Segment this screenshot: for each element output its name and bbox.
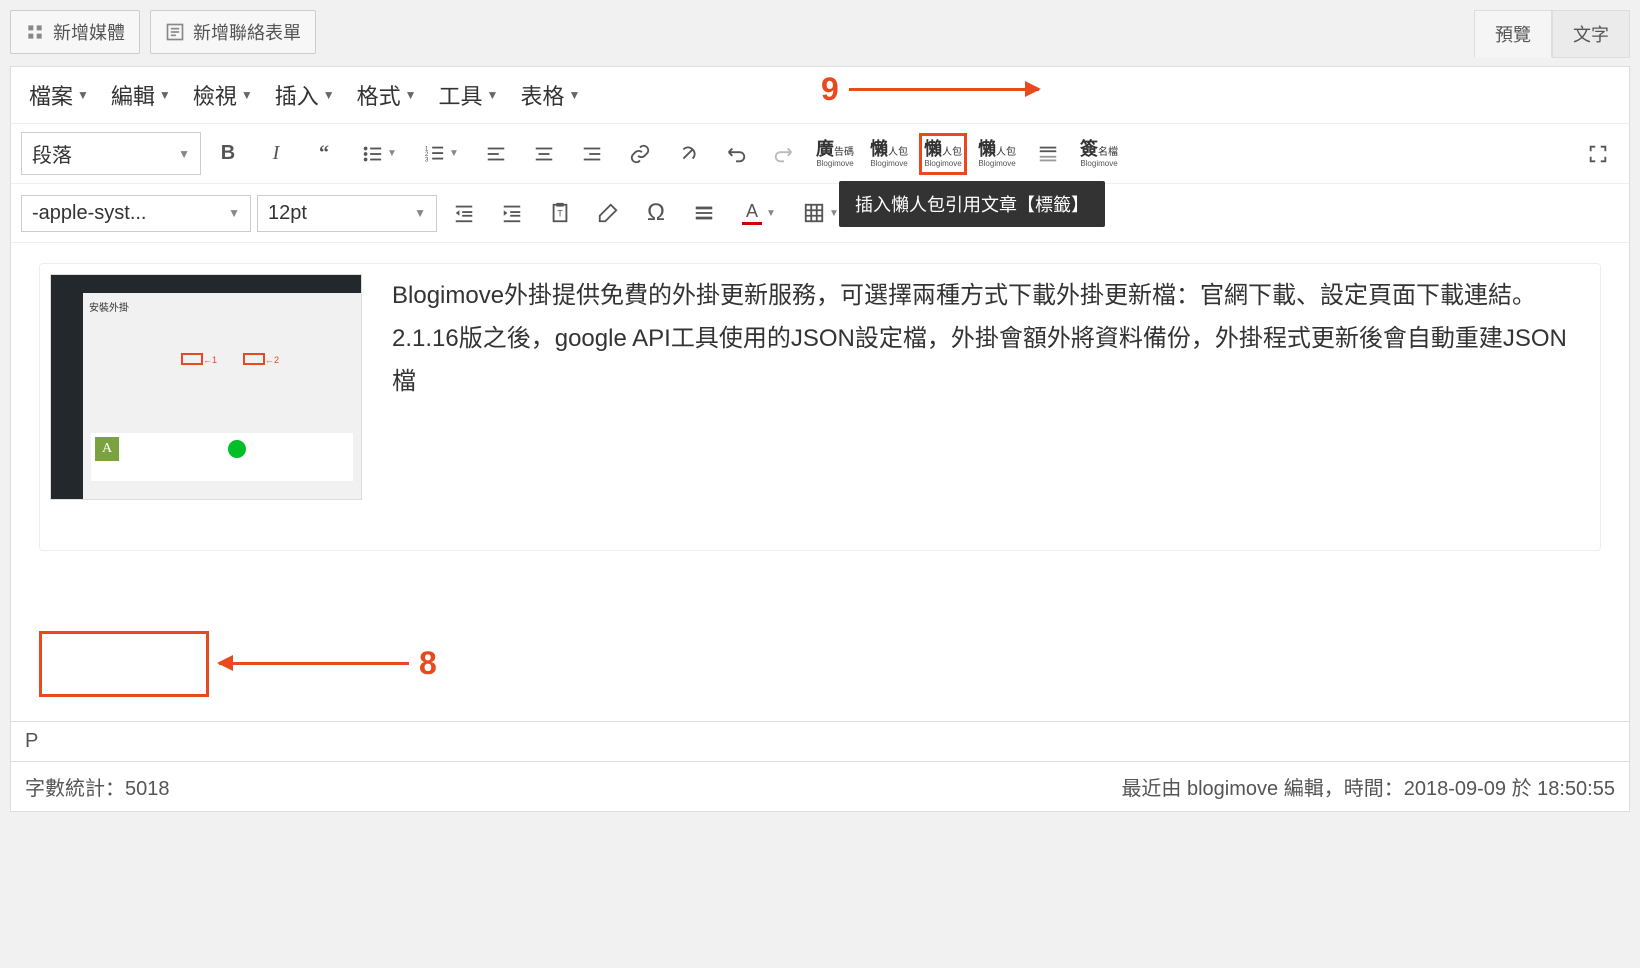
add-media-label: 新增媒體: [53, 19, 125, 45]
caret-icon: ▼: [405, 88, 417, 102]
indent-button[interactable]: [491, 192, 533, 234]
caret-icon: ▼: [323, 88, 335, 102]
unlink-button[interactable]: [667, 133, 709, 175]
caret-icon: ▼: [159, 88, 171, 102]
add-media-button[interactable]: 新增媒體: [10, 10, 140, 54]
tooltip: 插入懶人包引用文章【標籤】: [839, 181, 1105, 227]
format-select[interactable]: 段落 ▼: [21, 132, 201, 175]
outdent-button[interactable]: [443, 192, 485, 234]
editor-content[interactable]: 安裝外掛 ←1 ←2 A Blogimove外掛提供免費的外掛更新服務，可選擇兩…: [11, 243, 1629, 721]
blockquote-button[interactable]: “: [303, 133, 345, 175]
text-color-button[interactable]: A ▼: [731, 192, 787, 234]
bold-button[interactable]: B: [207, 133, 249, 175]
annotation-9: 9: [821, 71, 1039, 108]
blogimove-sign-button[interactable]: 簽名檔 Blogimove: [1075, 133, 1123, 175]
align-left-button[interactable]: [475, 133, 517, 175]
fullscreen-button[interactable]: [1577, 133, 1619, 175]
menu-view[interactable]: 檢視▼: [185, 75, 261, 115]
media-icon: [25, 22, 45, 42]
menu-insert[interactable]: 插入▼: [267, 75, 343, 115]
read-more-button[interactable]: [1027, 133, 1069, 175]
font-size-select[interactable]: 12pt ▼: [257, 195, 437, 232]
menu-table[interactable]: 表格▼: [512, 75, 588, 115]
paste-text-button[interactable]: T: [539, 192, 581, 234]
menu-edit[interactable]: 編輯▼: [103, 75, 179, 115]
menu-file[interactable]: 檔案▼: [21, 75, 97, 115]
caret-icon: ▼: [487, 88, 499, 102]
arrow-left-icon: [219, 662, 409, 665]
caret-icon: ▼: [77, 88, 89, 102]
form-icon: [165, 22, 185, 42]
add-contact-form-button[interactable]: 新增聯絡表單: [150, 10, 316, 54]
align-right-button[interactable]: [571, 133, 613, 175]
content-paragraph: Blogimove外掛提供免費的外掛更新服務，可選擇兩種方式下載外掛更新檔：官網…: [392, 274, 1590, 500]
bullet-list-button[interactable]: ▼: [351, 133, 407, 175]
numbered-list-button[interactable]: 123 ▼: [413, 133, 469, 175]
caret-icon: ▼: [568, 88, 580, 102]
caret-icon: ▼: [414, 206, 426, 220]
blogimove-lazy-tag-button[interactable]: 懶人包 Blogimove: [919, 133, 967, 175]
blogimove-lazy3-button[interactable]: 懶人包 Blogimove: [973, 133, 1021, 175]
font-family-select[interactable]: -apple-syst... ▼: [21, 195, 251, 232]
add-contact-form-label: 新增聯絡表單: [193, 19, 301, 45]
content-block: 安裝外掛 ←1 ←2 A Blogimove外掛提供免費的外掛更新服務，可選擇兩…: [39, 263, 1601, 551]
italic-button[interactable]: I: [255, 133, 297, 175]
arrow-right-icon: [849, 88, 1039, 91]
hr-button[interactable]: [683, 192, 725, 234]
thumbnail-image[interactable]: 安裝外掛 ←1 ←2 A: [50, 274, 362, 500]
clear-format-button[interactable]: [587, 192, 629, 234]
blogimove-lazy1-button[interactable]: 懶人包 Blogimove: [865, 133, 913, 175]
tab-preview[interactable]: 預覽: [1474, 10, 1552, 58]
align-center-button[interactable]: [523, 133, 565, 175]
special-char-button[interactable]: Ω: [635, 192, 677, 234]
caret-icon: ▼: [178, 147, 190, 161]
undo-button[interactable]: [715, 133, 757, 175]
blogimove-ad-button[interactable]: 廣告碼 Blogimove: [811, 133, 859, 175]
annotation-8-target: [39, 631, 209, 697]
annotation-8: 8: [219, 645, 437, 682]
tab-text[interactable]: 文字: [1552, 10, 1630, 58]
redo-button[interactable]: [763, 133, 805, 175]
word-count: 字數統計：5018: [25, 772, 170, 801]
last-edit-info: 最近由 blogimove 編輯，時間：2018-09-09 於 18:50:5…: [1121, 772, 1615, 801]
svg-text:3: 3: [425, 156, 429, 163]
caret-icon: ▼: [241, 88, 253, 102]
caret-icon: ▼: [228, 206, 240, 220]
menu-tools[interactable]: 工具▼: [431, 75, 507, 115]
svg-text:T: T: [557, 209, 563, 219]
menu-format[interactable]: 格式▼: [349, 75, 425, 115]
link-button[interactable]: [619, 133, 661, 175]
element-path[interactable]: P: [11, 721, 1629, 761]
